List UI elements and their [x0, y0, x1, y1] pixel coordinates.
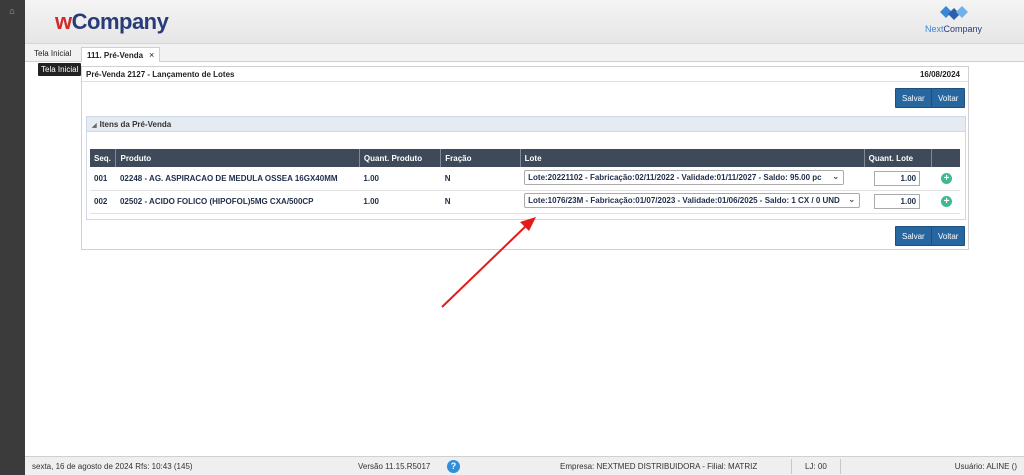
seq-cell: 002 [90, 190, 116, 214]
left-sidebar: ⌂ [0, 0, 25, 475]
action-cell: + [931, 167, 960, 191]
col-fracao: Fração [440, 149, 521, 167]
fracao-cell: N [440, 167, 521, 191]
footer-user: Usuário: ALINE () [954, 462, 1017, 471]
items-section: ◢ Itens da Pré-Venda Seq. Produto Quant. … [86, 116, 966, 220]
save-button-top[interactable]: Salvar [895, 88, 932, 108]
panel-date: 16/08/2024 [919, 70, 960, 79]
items-table: Seq. Produto Quant. Produto Fração Lote … [90, 149, 960, 214]
col-quant-lote: Quant. Lote [864, 149, 932, 167]
quant-cell: 1.00 [359, 190, 441, 214]
col-seq: Seq. [90, 149, 117, 167]
chevron-down-icon: ⌄ [848, 195, 856, 204]
footer-version: Versão 11.15.R5017 [358, 462, 431, 471]
section-title[interactable]: ◢ Itens da Pré-Venda [87, 117, 965, 132]
footer-divider [791, 459, 792, 474]
quant-cell: 1.00 [359, 167, 441, 191]
lote-select[interactable]: Lote:20221102 - Fabricação:02/11/2022 - … [524, 169, 845, 185]
produto-cell: 02248 - AG. ASPIRACAO DE MEDULA OSSEA 16… [115, 167, 360, 191]
col-action [931, 149, 960, 167]
app-header: wCompany NextCompany [25, 0, 1024, 44]
help-icon[interactable]: ? [447, 460, 460, 473]
tab-bar: Tela Inicial 111. Pré-Venda × [25, 44, 1024, 62]
seq-cell: 001 [90, 167, 116, 191]
back-button-bottom[interactable]: Voltar [931, 226, 966, 246]
close-tab-icon[interactable]: × [149, 50, 154, 60]
table-row: 001 02248 - AG. ASPIRACAO DE MEDULA OSSE… [90, 167, 960, 191]
col-quant-produto: Quant. Produto [359, 149, 442, 167]
red-arrow-annotation [441, 217, 536, 308]
footer-date: sexta, 16 de agosto de 2024 Rfs: 10:43 (… [32, 462, 193, 471]
save-button-bottom[interactable]: Salvar [895, 226, 932, 246]
lote-cell: Lote:20221102 - Fabricação:02/11/2022 - … [520, 167, 865, 191]
lote-select[interactable]: Lote:1076/23M - Fabricação:01/07/2023 - … [524, 193, 861, 208]
back-button-top[interactable]: Voltar [931, 88, 966, 108]
produto-cell: 02502 - ACIDO FOLICO (HIPOFOL)5MG CXA/50… [115, 190, 360, 214]
tab-tela-inicial[interactable]: Tela Inicial [29, 47, 76, 62]
quant-lote-cell: 1.00 [864, 167, 932, 191]
footer-lj: LJ: 00 [805, 462, 827, 471]
quant-lote-cell: 1.00 [864, 190, 932, 214]
add-icon[interactable]: + [941, 172, 953, 184]
col-produto: Produto [115, 149, 360, 167]
col-lote: Lote [520, 149, 865, 167]
quant-lote-input[interactable]: 1.00 [874, 170, 921, 186]
quant-lote-input[interactable]: 1.00 [874, 194, 921, 209]
lote-cell: Lote:1076/23M - Fabricação:01/07/2023 - … [520, 190, 865, 214]
home-icon[interactable]: ⌂ [7, 6, 17, 16]
action-cell: + [931, 190, 960, 214]
footer-company: Empresa: NEXTMED DISTRIBUIDORA - Filial:… [560, 462, 758, 471]
tab-pre-venda[interactable]: 111. Pré-Venda × [81, 47, 161, 62]
status-bar: sexta, 16 de agosto de 2024 Rfs: 10:43 (… [25, 456, 1024, 475]
nextcompany-logo-text: NextCompany [924, 24, 982, 34]
wcompany-logo: wCompany [55, 9, 169, 34]
add-icon[interactable]: + [941, 196, 953, 207]
footer-divider [840, 459, 841, 474]
tooltip: Tela Inicial [38, 63, 82, 76]
panel-title: Pré-Venda 2127 - Lançamento de Lotes [82, 67, 968, 82]
collapse-triangle-icon[interactable]: ◢ [92, 123, 97, 129]
chevron-down-icon: ⌄ [832, 171, 840, 181]
